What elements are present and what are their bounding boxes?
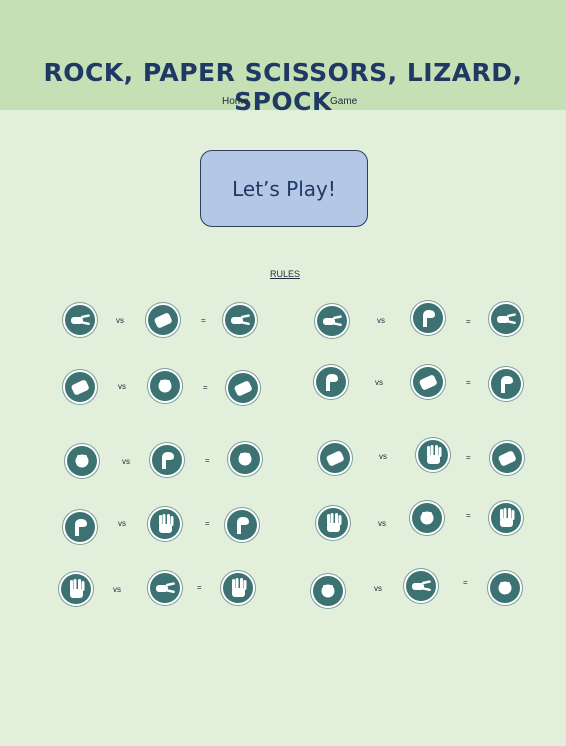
equals-label: = (466, 511, 471, 520)
spock-icon (59, 572, 93, 606)
scissors-icon (489, 302, 523, 336)
spock-icon (221, 571, 255, 605)
vs-label: vs (375, 378, 383, 387)
lizard-icon (150, 443, 184, 477)
vs-label: vs (113, 585, 121, 594)
scissors-icon (63, 303, 97, 337)
vs-label: vs (377, 316, 385, 325)
equals-label: = (205, 519, 210, 528)
lizard-icon (225, 508, 259, 542)
rock-icon (65, 444, 99, 478)
equals-label: = (466, 453, 471, 462)
rock-icon (148, 369, 182, 403)
equals-label: = (201, 316, 206, 325)
vs-label: vs (118, 382, 126, 391)
rock-icon (410, 501, 444, 535)
rules-heading: RULES (269, 269, 300, 279)
paper-icon (318, 441, 352, 475)
lizard-icon (489, 367, 523, 401)
scissors-icon (148, 571, 182, 605)
equals-label: = (466, 317, 471, 326)
scissors-icon (315, 304, 349, 338)
vs-label: vs (374, 584, 382, 593)
lizard-icon (411, 301, 445, 335)
equals-label: = (205, 456, 210, 465)
equals-label: = (466, 378, 471, 387)
spock-icon (489, 501, 523, 535)
paper-icon (63, 370, 97, 404)
scissors-icon (223, 303, 257, 337)
vs-label: vs (378, 519, 386, 528)
rock-icon (311, 574, 345, 608)
rock-icon (228, 442, 262, 476)
vs-label: vs (379, 452, 387, 461)
page-title: ROCK, PAPER SCISSORS, LIZARD, SPOCK (43, 58, 523, 116)
vs-label: vs (118, 519, 126, 528)
spock-icon (416, 438, 450, 472)
lets-play-button[interactable]: Let’s Play! (200, 150, 368, 227)
spock-icon (148, 507, 182, 541)
rock-icon (488, 571, 522, 605)
lizard-icon (63, 510, 97, 544)
equals-label: = (197, 583, 202, 592)
spock-icon (316, 506, 350, 540)
paper-icon (411, 365, 445, 399)
paper-icon (226, 371, 260, 405)
paper-icon (146, 303, 180, 337)
equals-label: = (203, 383, 208, 392)
nav-game-link[interactable]: Game (330, 96, 357, 107)
equals-label: = (463, 578, 468, 587)
paper-icon (490, 441, 524, 475)
scissors-icon (404, 569, 438, 603)
nav-home-link[interactable]: Home (222, 96, 249, 107)
vs-label: vs (116, 316, 124, 325)
lizard-icon (314, 365, 348, 399)
vs-label: vs (122, 457, 130, 466)
